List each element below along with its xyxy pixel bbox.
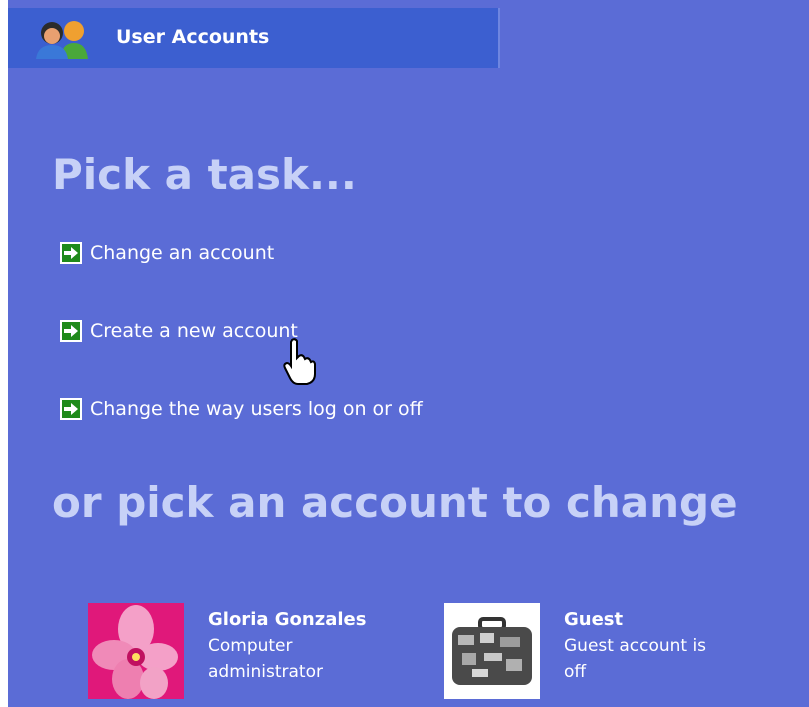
account-gloria-gonzales[interactable]: Gloria Gonzales Computer administrator bbox=[88, 603, 408, 699]
account-description-line: off bbox=[564, 662, 587, 682]
task-label: Change an account bbox=[90, 242, 275, 264]
pick-task-heading: Pick a task... bbox=[52, 150, 357, 199]
header-title: User Accounts bbox=[116, 26, 270, 48]
account-name: Guest bbox=[564, 609, 624, 630]
account-description: Guest account is off bbox=[564, 633, 706, 685]
account-description-line: administrator bbox=[208, 662, 323, 682]
account-description-line: Guest account is bbox=[564, 636, 707, 656]
pink-flower-picture bbox=[88, 603, 184, 699]
task-change-account[interactable]: Change an account bbox=[60, 240, 274, 266]
green-arrow-icon bbox=[60, 398, 82, 420]
task-label: Change the way users log on or off bbox=[90, 398, 423, 420]
green-arrow-icon bbox=[60, 320, 82, 342]
task-change-logon[interactable]: Change the way users log on or off bbox=[60, 396, 423, 422]
task-create-account[interactable]: Create a new account bbox=[60, 318, 298, 344]
suitcase-picture bbox=[444, 603, 540, 699]
account-description: Computer administrator bbox=[208, 633, 323, 685]
header-bar: User Accounts bbox=[8, 8, 500, 68]
users-icon bbox=[30, 19, 98, 59]
window-edge bbox=[0, 0, 8, 707]
account-name: Gloria Gonzales bbox=[208, 609, 367, 630]
task-label: Create a new account bbox=[90, 320, 298, 342]
account-description-line: Computer bbox=[208, 636, 293, 656]
account-guest[interactable]: Guest Guest account is off bbox=[444, 603, 784, 699]
hand-pointer-cursor bbox=[282, 338, 318, 386]
pick-account-heading: or pick an account to change bbox=[52, 478, 738, 527]
green-arrow-icon bbox=[60, 242, 82, 264]
